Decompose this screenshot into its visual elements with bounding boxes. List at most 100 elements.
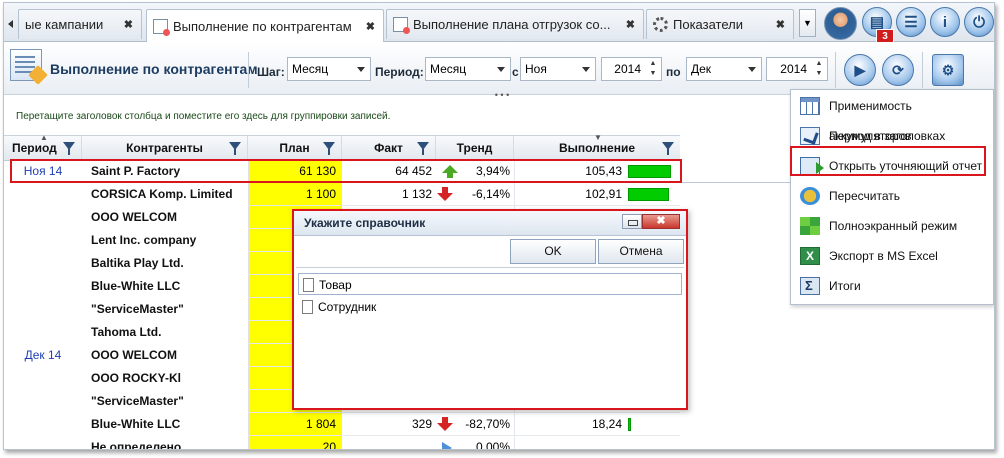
column-header-contractors[interactable]: Контрагенты <box>82 136 248 160</box>
arrow-down-icon <box>437 417 453 431</box>
cancel-button[interactable]: Отмена <box>598 239 684 264</box>
cell-plan: 1 100 <box>248 183 342 206</box>
tab-label: Показатели <box>673 17 743 32</box>
report-icon <box>153 18 170 36</box>
list-item-label: Сотрудник <box>318 300 377 314</box>
column-header-trend[interactable]: Тренд <box>436 136 514 160</box>
tab-list-dropdown[interactable]: ▼ <box>799 9 816 37</box>
refresh-button[interactable]: ⟳ <box>882 54 914 86</box>
tab-label: ые кампании <box>25 17 104 32</box>
tab-indicators[interactable]: Показатели ✖ <box>646 9 794 39</box>
table-row[interactable]: Blue-White LLC 1 804 329 -82,70% 18,24 <box>4 413 680 436</box>
document-icon <box>302 300 313 314</box>
column-label: Период <box>12 141 57 155</box>
column-label: Тренд <box>456 141 493 155</box>
info-button[interactable]: i <box>930 7 960 37</box>
column-header-period[interactable]: ▲ Период <box>4 133 82 160</box>
table-row[interactable]: CORSICA Komp. Limited 1 100 1 132 -6,14% 102… <box>4 183 680 206</box>
cell-plan: 1 804 <box>248 413 342 436</box>
to-year-value: 2014 <box>780 62 807 76</box>
close-icon[interactable]: ✖ <box>124 18 133 31</box>
tab-label: Выполнение плана отгрузок со... <box>413 17 611 32</box>
user-avatar[interactable] <box>824 7 857 40</box>
menu-item-label: Экспорт в MS Excel <box>829 249 938 263</box>
menu-item-label: Пересчитать <box>829 189 900 203</box>
tab-scroll-left-icon[interactable] <box>8 20 13 28</box>
table-row[interactable]: Не определено 20 0,00% <box>4 436 680 450</box>
filter-icon[interactable] <box>662 142 674 155</box>
gear-icon <box>653 17 668 32</box>
directory-list: Товар Сотрудник <box>296 267 684 408</box>
column-header-plan[interactable]: План <box>248 136 342 160</box>
from-year-spinner[interactable]: 2014 ▲ ▼ <box>601 57 662 81</box>
tasks-button[interactable]: ☰ <box>896 7 926 37</box>
toolbar-separator <box>835 52 836 88</box>
filter-icon[interactable] <box>417 142 429 155</box>
restore-icon[interactable] <box>622 214 642 229</box>
spin-up-icon[interactable]: ▲ <box>647 59 659 69</box>
filter-icon[interactable] <box>229 142 241 155</box>
filter-icon[interactable] <box>63 142 75 155</box>
ok-button[interactable]: OK <box>510 239 596 264</box>
dialog-title: Укажите справочник <box>304 216 426 230</box>
menu-item-label: Полноэкранный режим <box>829 219 958 233</box>
cell-period <box>4 298 82 321</box>
cell-period <box>4 367 82 390</box>
list-item-label: Товар <box>319 278 352 292</box>
column-header-execution[interactable]: ▼ Выполнение <box>514 134 680 160</box>
tab-campaigns[interactable]: ые кампании ✖ <box>18 9 142 39</box>
close-icon[interactable]: ✖ <box>776 18 785 31</box>
step-select[interactable]: Месяц <box>287 57 371 81</box>
to-label: по <box>666 65 681 79</box>
menu-item-accumulators[interactable]: Применимость аккумуляторов <box>791 91 993 143</box>
spin-down-icon[interactable]: ▼ <box>813 69 825 79</box>
trend-value: 0,00% <box>475 440 510 450</box>
spin-up-icon[interactable]: ▲ <box>813 59 825 69</box>
tab-shipment-plan[interactable]: Выполнение плана отгрузок со... ✖ <box>386 9 644 39</box>
list-item[interactable]: Товар <box>298 273 682 295</box>
to-month-select[interactable]: Дек <box>686 57 762 81</box>
sum-icon <box>800 277 820 295</box>
excel-icon <box>800 247 820 265</box>
run-report-button[interactable]: ▶ <box>844 54 876 86</box>
to-year-spinner[interactable]: 2014 ▲ ▼ <box>766 57 828 81</box>
cell-contractor: ООО WELCOM <box>91 348 177 362</box>
sort-icon: ▲ <box>40 133 48 142</box>
cell-contractor: Не определено <box>91 440 182 450</box>
cell-period <box>4 229 82 252</box>
column-label: Факт <box>374 141 403 155</box>
spin-down-icon[interactable]: ▼ <box>647 69 659 79</box>
dialog-titlebar[interactable]: Укажите справочник ✖ <box>294 211 686 236</box>
menu-item-recalculate[interactable]: Пересчитать <box>791 181 993 211</box>
report-icon <box>393 17 410 34</box>
settings-menu-button[interactable]: ⚙ <box>932 54 964 86</box>
tab-contractors-execution[interactable]: Выполнение по контрагентам ✖ <box>146 9 384 42</box>
column-header-fact[interactable]: Факт <box>342 136 436 160</box>
from-year-value: 2014 <box>614 62 641 76</box>
list-item[interactable]: Сотрудник <box>298 296 682 318</box>
menu-item-fullscreen[interactable]: Полноэкранный режим <box>791 211 993 241</box>
cell-trend: -6,14% <box>436 183 514 206</box>
filter-icon[interactable] <box>323 142 335 155</box>
close-icon[interactable]: ✖ <box>366 20 375 33</box>
period-select[interactable]: Месяц <box>425 57 511 81</box>
notification-badge: 3 <box>876 29 894 43</box>
cell-execution: 18,24 <box>514 413 626 436</box>
report-toolbar: Выполнение по контрагентам Шаг: Месяц Пе… <box>4 42 994 95</box>
cell-contractor: ООО ROCKY-Kl <box>91 371 182 385</box>
report-edit-icon <box>10 49 42 81</box>
menu-item-export-excel[interactable]: Экспорт в MS Excel <box>791 241 993 271</box>
step-label: Шаг: <box>257 65 285 79</box>
power-button[interactable]: ⏻ <box>964 7 994 37</box>
grid-header: ▲ Период Контрагенты План Факт Тренд ▼ В… <box>4 133 680 161</box>
cell-execution-bar <box>626 413 680 436</box>
menu-item-totals[interactable]: Итоги <box>791 271 993 301</box>
chevron-down-icon <box>497 67 505 72</box>
chevron-down-icon <box>582 67 590 72</box>
toolbar-gripper[interactable]: • • • <box>481 91 523 100</box>
from-month-select[interactable]: Ноя <box>520 57 596 81</box>
toolbar-separator <box>248 52 249 88</box>
cell-period <box>4 252 82 275</box>
close-icon[interactable]: ✖ <box>642 214 680 229</box>
close-icon[interactable]: ✖ <box>626 18 635 31</box>
